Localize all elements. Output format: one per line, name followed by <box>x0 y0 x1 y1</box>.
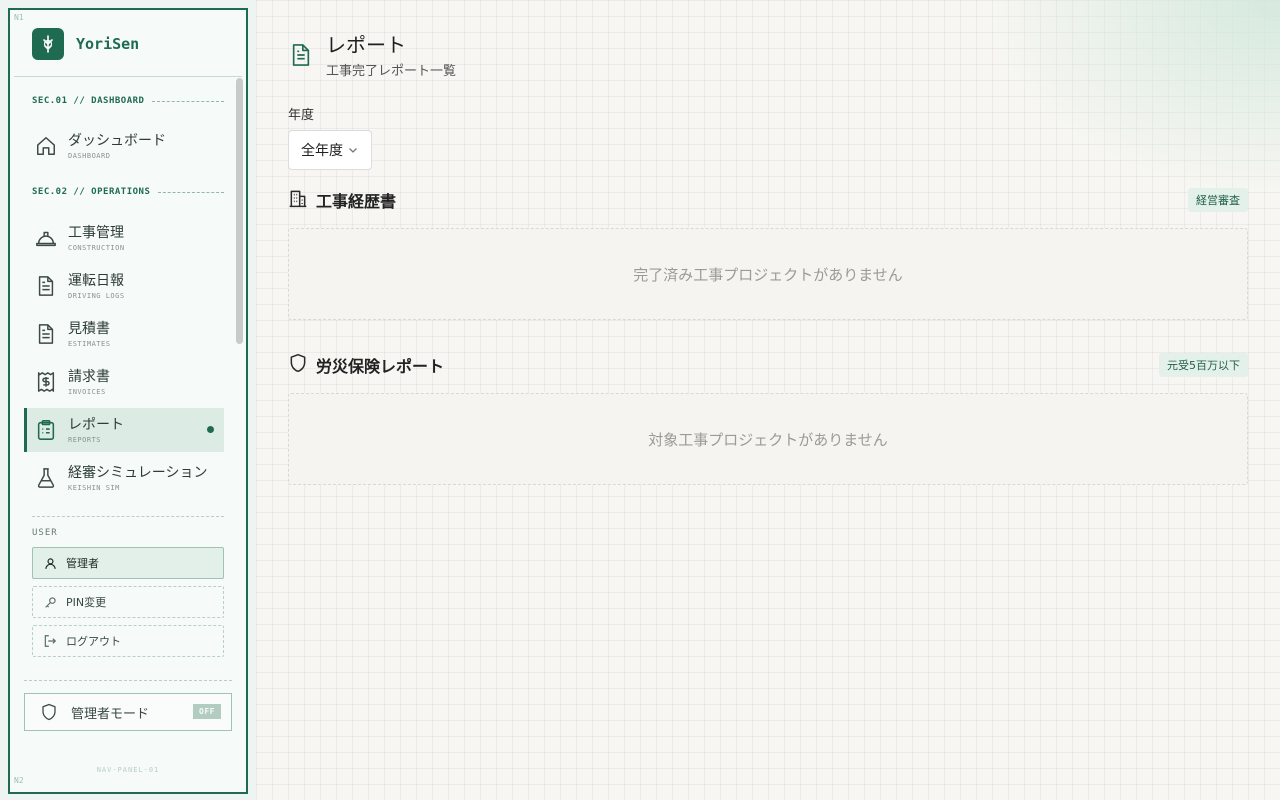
page-title: レポート <box>326 33 406 57</box>
section-header-workers-comp: 労災保険レポート 元受5百万以下 <box>288 353 1248 377</box>
pin-change-label: PIN変更 <box>66 596 107 609</box>
sidebar-item-reports[interactable]: レポート REPORTS <box>24 408 224 452</box>
document-icon <box>34 274 58 298</box>
user-heading: USER <box>32 528 58 538</box>
sidebar-item-sublabel: CONSTRUCTION <box>68 243 125 252</box>
admin-divider <box>24 680 232 681</box>
empty-state-construction-history: 完了済み工事プロジェクトがありません <box>288 228 1248 320</box>
logout-icon <box>43 634 57 648</box>
panel-id: NAV-PANEL-01 <box>96 766 160 774</box>
year-select[interactable]: 全年度 <box>288 130 372 170</box>
shield-icon <box>37 700 61 724</box>
sidebar-item-label: 請求書 <box>68 368 110 385</box>
sidebar-item-label: ダッシュボード <box>68 132 166 149</box>
brand-name: YoriSen <box>76 35 140 53</box>
sidebar-item-label: 見積書 <box>68 320 110 337</box>
section-header-dashboard: SEC.01 // DASHBOARD <box>32 96 224 106</box>
sidebar-item-label: 工事管理 <box>68 224 124 241</box>
sidebar-item-sublabel: INVOICES <box>68 387 106 396</box>
sidebar-item-sublabel: DASHBOARD <box>68 151 111 160</box>
sidebar-item-sublabel: DRIVING LOGS <box>68 291 125 300</box>
user-name: 管理者 <box>66 557 99 570</box>
corner-label-top: N1 <box>14 13 24 22</box>
logout-label: ログアウト <box>66 635 121 648</box>
sidebar-item-invoices[interactable]: 請求書 INVOICES <box>24 360 224 404</box>
sidebar-item-sublabel: ESTIMATES <box>68 339 111 348</box>
year-label: 年度 <box>288 108 315 123</box>
home-icon <box>34 134 58 158</box>
sidebar-item-label: 運転日報 <box>68 272 124 289</box>
invoice-icon <box>34 370 58 394</box>
section-badge: 経営審査 <box>1188 188 1248 212</box>
sidebar-item-estimates[interactable]: 見積書 ESTIMATES <box>24 312 224 356</box>
sidebar-item-construction[interactable]: 工事管理 CONSTRUCTION <box>24 216 224 260</box>
sidebar-item-driving-logs[interactable]: 運転日報 DRIVING LOGS <box>24 264 224 308</box>
pin-change-button[interactable]: PIN変更 <box>32 586 224 618</box>
sidebar-item-keishin-sim[interactable]: 経審シミュレーション KEISHIN SIM <box>24 456 224 500</box>
admin-mode-toggle[interactable]: 管理者モード OFF <box>24 693 232 731</box>
admin-mode-state-badge: OFF <box>193 704 221 719</box>
admin-mode-label: 管理者モード <box>71 706 150 722</box>
section-title: 労災保険レポート <box>316 357 445 376</box>
page-header: レポート 工事完了レポート一覧 <box>290 34 456 79</box>
logout-button[interactable]: ログアウト <box>32 625 224 657</box>
section-badge: 元受5百万以下 <box>1159 353 1248 377</box>
sidebar-item-label: レポート <box>68 416 124 433</box>
clipboard-icon <box>34 418 58 442</box>
hardhat-icon <box>34 226 58 250</box>
section-header-operations: SEC.02 // OPERATIONS <box>32 187 224 197</box>
sidebar-item-sublabel: KEISHIN SIM <box>68 483 120 492</box>
corner-label-bottom: N2 <box>14 776 24 785</box>
year-select-value: 全年度 <box>301 143 343 159</box>
document-icon <box>34 322 58 346</box>
empty-state-workers-comp: 対象工事プロジェクトがありません <box>288 393 1248 485</box>
sidebar-background: N1 N2 YoriSen SEC.01 // DASHBOARD ダッシュボー… <box>0 0 256 800</box>
active-indicator <box>207 426 214 433</box>
page-subtitle: 工事完了レポート一覧 <box>326 64 457 79</box>
sidebar-item-sublabel: REPORTS <box>68 435 102 444</box>
sidebar-scrollbar[interactable] <box>236 78 243 344</box>
section-title: 工事経歴書 <box>316 192 397 211</box>
sidebar: N1 N2 YoriSen SEC.01 // DASHBOARD ダッシュボー… <box>8 8 248 794</box>
brand-divider <box>14 76 242 77</box>
section-header-construction-history: 工事経歴書 経営審査 <box>288 188 1248 212</box>
sidebar-item-dashboard[interactable]: ダッシュボード DASHBOARD <box>24 124 224 168</box>
brand[interactable]: YoriSen <box>32 28 139 60</box>
user-divider <box>32 516 224 517</box>
shield-icon <box>288 353 308 377</box>
main-content: レポート 工事完了レポート一覧 年度 全年度 工事経歴書 経営審査 完了済み工事… <box>256 0 1280 800</box>
sidebar-item-label: 経審シミュレーション <box>68 464 208 481</box>
user-profile-button[interactable]: 管理者 <box>32 547 224 579</box>
key-icon <box>43 595 57 609</box>
flask-icon <box>34 466 58 490</box>
report-document-icon <box>290 42 312 72</box>
brand-logo-icon <box>32 28 64 60</box>
chevron-down-icon <box>347 144 359 156</box>
building-icon <box>288 188 308 212</box>
user-icon <box>43 556 57 570</box>
